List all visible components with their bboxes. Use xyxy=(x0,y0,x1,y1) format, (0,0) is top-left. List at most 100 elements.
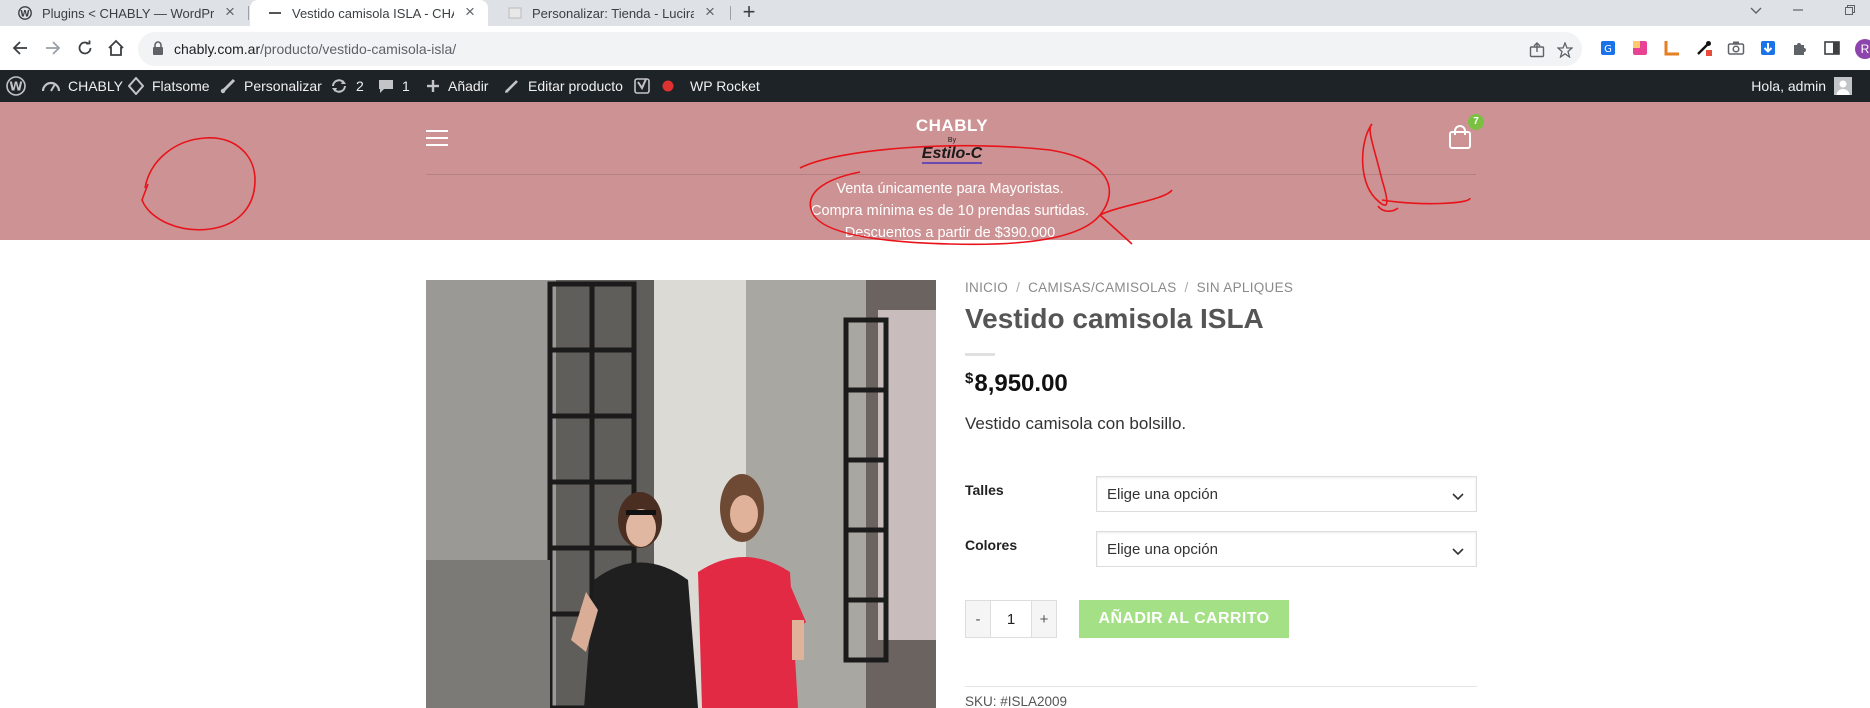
adminbar-wp-rocket[interactable]: WP Rocket xyxy=(690,70,760,102)
edit-product-label: Editar producto xyxy=(528,78,623,94)
tab-title: Vestido camisola ISLA - CHABLY xyxy=(292,5,454,21)
site-favicon-icon xyxy=(268,6,282,20)
greeting-label: Hola, admin xyxy=(1751,78,1826,94)
select-value: Elige una opción xyxy=(1107,486,1218,503)
updates-icon xyxy=(332,79,346,93)
tab-customize[interactable]: Personalizar: Tienda - Luciras Kid × xyxy=(490,0,728,26)
add-to-cart-button[interactable]: AÑADIR AL CARRITO xyxy=(1079,600,1289,638)
meta-divider xyxy=(965,686,1477,687)
extensions-puzzle-icon[interactable] xyxy=(1790,38,1810,58)
svg-text:G: G xyxy=(1604,44,1612,55)
shopping-bag-icon[interactable] xyxy=(1448,124,1472,150)
tab-separator xyxy=(248,6,249,20)
qty-minus-button[interactable]: - xyxy=(965,600,991,638)
adminbar-customize[interactable]: Personalizar xyxy=(220,70,322,102)
customize-label: Personalizar xyxy=(244,78,322,94)
extension-ruler-icon[interactable] xyxy=(1662,38,1682,58)
bookmark-star-icon[interactable] xyxy=(1556,41,1574,59)
side-panel-icon[interactable] xyxy=(1822,38,1842,58)
talles-select[interactable]: Elige una opción xyxy=(1096,476,1477,512)
product-title: Vestido camisola ISLA xyxy=(965,303,1264,334)
qty-plus-button[interactable]: + xyxy=(1031,600,1057,638)
extension-camera-icon[interactable] xyxy=(1726,38,1746,58)
colores-select[interactable]: Elige una opción xyxy=(1096,531,1477,567)
adminbar-updates[interactable]: 2 xyxy=(330,70,364,102)
pencil-icon xyxy=(505,80,518,93)
product-image[interactable] xyxy=(426,280,936,708)
chevron-down-icon xyxy=(1452,488,1464,505)
theme-label: Flatsome xyxy=(152,78,210,94)
variation-label: Talles xyxy=(965,482,1004,498)
share-icon[interactable] xyxy=(1528,41,1546,59)
tab-separator xyxy=(730,6,731,20)
breadcrumb-separator: / xyxy=(1016,280,1021,295)
back-icon[interactable] xyxy=(8,36,32,60)
adminbar-theme[interactable]: Flatsome xyxy=(128,70,210,102)
tab-search-icon[interactable] xyxy=(1736,0,1776,26)
restore-icon[interactable] xyxy=(1830,0,1870,26)
breadcrumb-home[interactable]: INICIO xyxy=(965,280,1008,295)
tab-close-icon[interactable]: × xyxy=(702,3,718,21)
wordpress-icon: W xyxy=(18,6,32,20)
currency-symbol: $ xyxy=(965,370,974,387)
variation-row-talles: Talles Elige una opción xyxy=(965,476,1477,512)
quantity-input[interactable]: 1 xyxy=(991,600,1031,638)
variation-row-colores: Colores Elige una opción xyxy=(965,531,1477,567)
cart-count-badge[interactable]: 7 xyxy=(1468,114,1484,130)
extension-translate-icon[interactable]: G xyxy=(1598,38,1618,58)
menu-hamburger-icon[interactable] xyxy=(426,130,448,150)
logo-sub-text: Estilo-C xyxy=(921,145,983,164)
new-tab-button[interactable]: + xyxy=(736,0,762,26)
adminbar-site-name[interactable]: CHABLY xyxy=(42,70,123,102)
svg-text:W: W xyxy=(20,9,30,19)
extension-color-icon[interactable] xyxy=(1630,38,1650,58)
tab-close-icon[interactable]: × xyxy=(222,3,238,21)
breadcrumb-category[interactable]: CAMISAS/CAMISOLAS xyxy=(1028,280,1176,295)
comments-count: 1 xyxy=(402,78,410,94)
header-divider xyxy=(426,174,1476,175)
url-path: /producto/vestido-camisola-isla/ xyxy=(260,41,457,57)
wp-logo-icon[interactable]: W xyxy=(6,70,34,102)
avatar xyxy=(1834,77,1852,95)
add-new-label: Añadir xyxy=(448,78,489,94)
minimize-icon[interactable] xyxy=(1778,0,1818,26)
site-favicon-icon xyxy=(508,6,522,20)
logo-by-text: By xyxy=(947,137,957,144)
home-icon[interactable] xyxy=(104,36,128,60)
lock-icon[interactable] xyxy=(152,41,164,61)
site-name-label: CHABLY xyxy=(68,78,123,94)
address-bar[interactable]: chably.com.ar/producto/vestido-camisola-… xyxy=(138,32,1582,66)
tab-plugins[interactable]: W Plugins < CHABLY — WordPress × xyxy=(0,0,248,26)
breadcrumb-separator: / xyxy=(1184,280,1189,295)
wp-admin-bar: W CHABLY Flatsome Personalizar 2 1 Añadi… xyxy=(0,70,1870,102)
chevron-down-icon xyxy=(1452,543,1464,560)
adminbar-account[interactable]: Hola, admin xyxy=(1751,70,1860,102)
extension-eyedropper-icon[interactable] xyxy=(1694,38,1714,58)
tab-product[interactable]: Vestido camisola ISLA - CHABLY × xyxy=(250,0,488,26)
tab-title: Personalizar: Tienda - Luciras Kid xyxy=(532,5,694,21)
yoast-icon[interactable] xyxy=(634,70,658,102)
promo-line: Descuentos a partir de $390.000 xyxy=(844,225,1056,241)
adminbar-edit-product[interactable]: Editar producto xyxy=(504,70,623,102)
adminbar-add-new[interactable]: Añadir xyxy=(426,70,488,102)
comment-icon xyxy=(379,80,393,93)
adminbar-comments[interactable]: 1 xyxy=(378,70,410,102)
title-divider xyxy=(965,353,995,356)
flatsome-icon xyxy=(128,77,144,95)
promo-line: Venta únicamente para Mayoristas. xyxy=(836,181,1064,197)
site-logo[interactable]: CHABLY By Estilo-C xyxy=(900,116,1004,164)
browser-toolbar: chably.com.ar/producto/vestido-camisola-… xyxy=(0,26,1870,70)
product-sku: SKU: #ISLA2009 xyxy=(965,694,1068,708)
url-host: chably.com.ar xyxy=(174,41,261,57)
tab-close-icon[interactable]: × xyxy=(462,3,478,21)
svg-text:W: W xyxy=(9,80,22,94)
variation-label: Colores xyxy=(965,537,1018,553)
reload-icon[interactable] xyxy=(73,36,97,60)
breadcrumb-subcategory[interactable]: SIN APLIQUES xyxy=(1197,280,1294,295)
profile-avatar[interactable]: R xyxy=(1855,39,1870,59)
logo-main-text: CHABLY xyxy=(915,116,989,135)
price-amount: 8,950.00 xyxy=(974,370,1068,397)
forward-icon[interactable] xyxy=(41,36,65,60)
updates-count: 2 xyxy=(356,78,364,94)
extension-download-icon[interactable] xyxy=(1758,38,1778,58)
